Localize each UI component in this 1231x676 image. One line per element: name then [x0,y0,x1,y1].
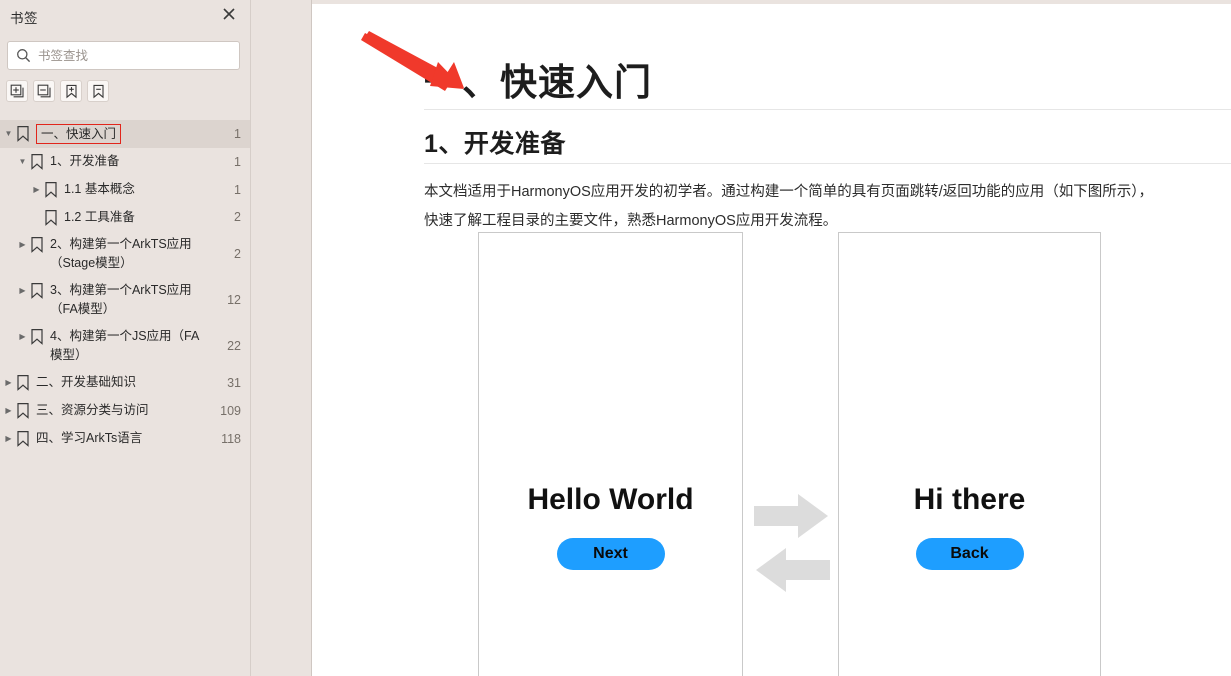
bookmark-page-number: 22 [227,338,241,353]
panel-title: 书签 [10,11,38,26]
transition-arrows [752,492,832,602]
bookmark-page-number: 109 [220,403,241,418]
bookmark-page-number: 1 [234,126,241,141]
close-icon[interactable] [220,5,238,23]
bookmark-tree-item[interactable]: ▶ 1.1 基本概念 1 [0,176,250,204]
bookmark-item-label: 1、开发准备 [50,154,120,168]
bookmark-item-label: 一、快速入门 [36,124,122,144]
heading-level-2: 1、开发准备 [424,130,566,158]
bookmark-tree-item[interactable]: ▶ 四、学习ArkTs语言 118 [0,425,250,453]
bookmark-panel: 书签 书签查找 ▼ 一、快速入门 1 ▼ 1、开发准备 1 ▶ 1.1 基本概念… [0,0,250,676]
bookmark-plus-icon [64,84,79,99]
chevron-right-icon[interactable]: ▶ [2,401,15,421]
bookmark-icon [15,430,31,448]
chevron-down-icon[interactable]: ▼ [2,124,15,144]
body-paragraph: 本文档适用于HarmonyOS应用开发的初学者。通过构建一个简单的具有页面跳转/… [424,184,1154,229]
chevron-right-icon[interactable]: ▶ [2,373,15,393]
bookmark-item-label: 2、构建第一个ArkTS应用（Stage模型） [50,237,192,270]
bookmark-icon [43,181,59,199]
bookmark-icon [15,374,31,392]
bookmark-tree-item[interactable]: ▼ 一、快速入门 1 [0,120,250,148]
chevron-right-icon[interactable]: ▶ [2,429,15,449]
expand-all-button[interactable] [6,80,28,102]
chevron-right-icon[interactable]: ▶ [16,327,29,347]
pdf-reader-window: 书签 书签查找 ▼ 一、快速入门 1 ▼ 1、开发准备 1 ▶ 1.1 基本概念… [0,0,1231,676]
chevron-right-icon[interactable]: ▶ [30,180,43,200]
bookmark-tree[interactable]: ▼ 一、快速入门 1 ▼ 1、开发准备 1 ▶ 1.1 基本概念 1 1.2 工具准备 2 ▶ 2、构建… [0,120,250,676]
bookmark-icon [29,328,45,346]
chevron-down-icon[interactable]: ▼ [16,152,29,172]
heading-rule-1 [424,109,1231,110]
phone-right-back-button[interactable]: Back [915,538,1024,570]
phone-left-title: Hello World [527,483,694,516]
bookmark-icon [15,125,31,143]
heading-rule-2 [424,163,1231,164]
chevron-right-icon[interactable]: ▶ [16,235,29,255]
document-page: 一、快速入门 1、开发准备 本文档适用于HarmonyOS应用开发的初学者。通过… [312,4,1231,676]
bookmark-item-label: 4、构建第一个JS应用（FA模型） [50,329,200,362]
bookmark-panel-header: 书签 [0,0,250,28]
bookmark-icon [15,402,31,420]
phone-right-title: Hi there [913,483,1026,516]
bookmark-icon [29,236,45,254]
add-bookmark-button[interactable] [60,80,82,102]
bookmark-item-label: 1.2 工具准备 [64,210,135,224]
bookmark-item-label: 3、构建第一个ArkTS应用（FA模型） [50,283,192,316]
bookmark-item-label: 三、资源分类与访问 [36,403,149,417]
remove-bookmark-button[interactable] [87,80,109,102]
bookmark-page-number: 118 [221,431,241,446]
bookmark-page-number: 2 [234,246,241,261]
bookmark-icon [43,209,59,227]
arrow-left-icon [756,548,830,592]
panel-gutter [251,0,312,676]
bookmark-icon [29,153,45,171]
bookmark-toolbar [6,80,109,102]
bookmark-minus-icon [91,84,106,99]
box-minus-icon [37,84,52,99]
bookmark-tree-item[interactable]: ▶ 4、构建第一个JS应用（FA模型） 22 [0,323,250,369]
bookmark-page-number: 1 [234,154,241,169]
search-input[interactable] [38,48,228,63]
phone-mockup-right: Hi there Back [838,232,1101,676]
phone-left-next-button[interactable]: Next [556,538,665,570]
bookmark-item-label: 四、学习ArkTs语言 [36,431,143,445]
search-icon [16,48,31,63]
bookmark-item-label: 1.1 基本概念 [64,182,135,196]
phone-mockup-left: Hello World Next [478,232,743,676]
box-plus-icon [10,84,25,99]
bookmark-tree-item[interactable]: ▶ 三、资源分类与访问 109 [0,397,250,425]
chevron-right-icon[interactable]: ▶ [16,281,29,301]
bookmark-page-number: 1 [234,182,241,197]
bookmark-item-label: 二、开发基础知识 [36,375,137,389]
collapse-all-button[interactable] [33,80,55,102]
bookmark-tree-item[interactable]: ▶ 2、构建第一个ArkTS应用（Stage模型） 2 [0,231,250,277]
bookmark-page-number: 2 [234,210,241,224]
bookmark-tree-item[interactable]: ▶ 3、构建第一个ArkTS应用（FA模型） 12 [0,277,250,323]
heading-level-1: 一、快速入门 [424,62,652,103]
bookmark-tree-item[interactable]: ▶ 二、开发基础知识 31 [0,369,250,397]
bookmark-icon [29,282,45,300]
bookmark-search-box[interactable] [7,41,240,70]
arrow-right-icon [754,494,828,538]
bookmark-page-number: 12 [227,292,241,307]
bookmark-tree-item[interactable]: 1.2 工具准备 2 [0,204,250,231]
bookmark-page-number: 31 [227,375,241,390]
bookmark-tree-item[interactable]: ▼ 1、开发准备 1 [0,148,250,176]
